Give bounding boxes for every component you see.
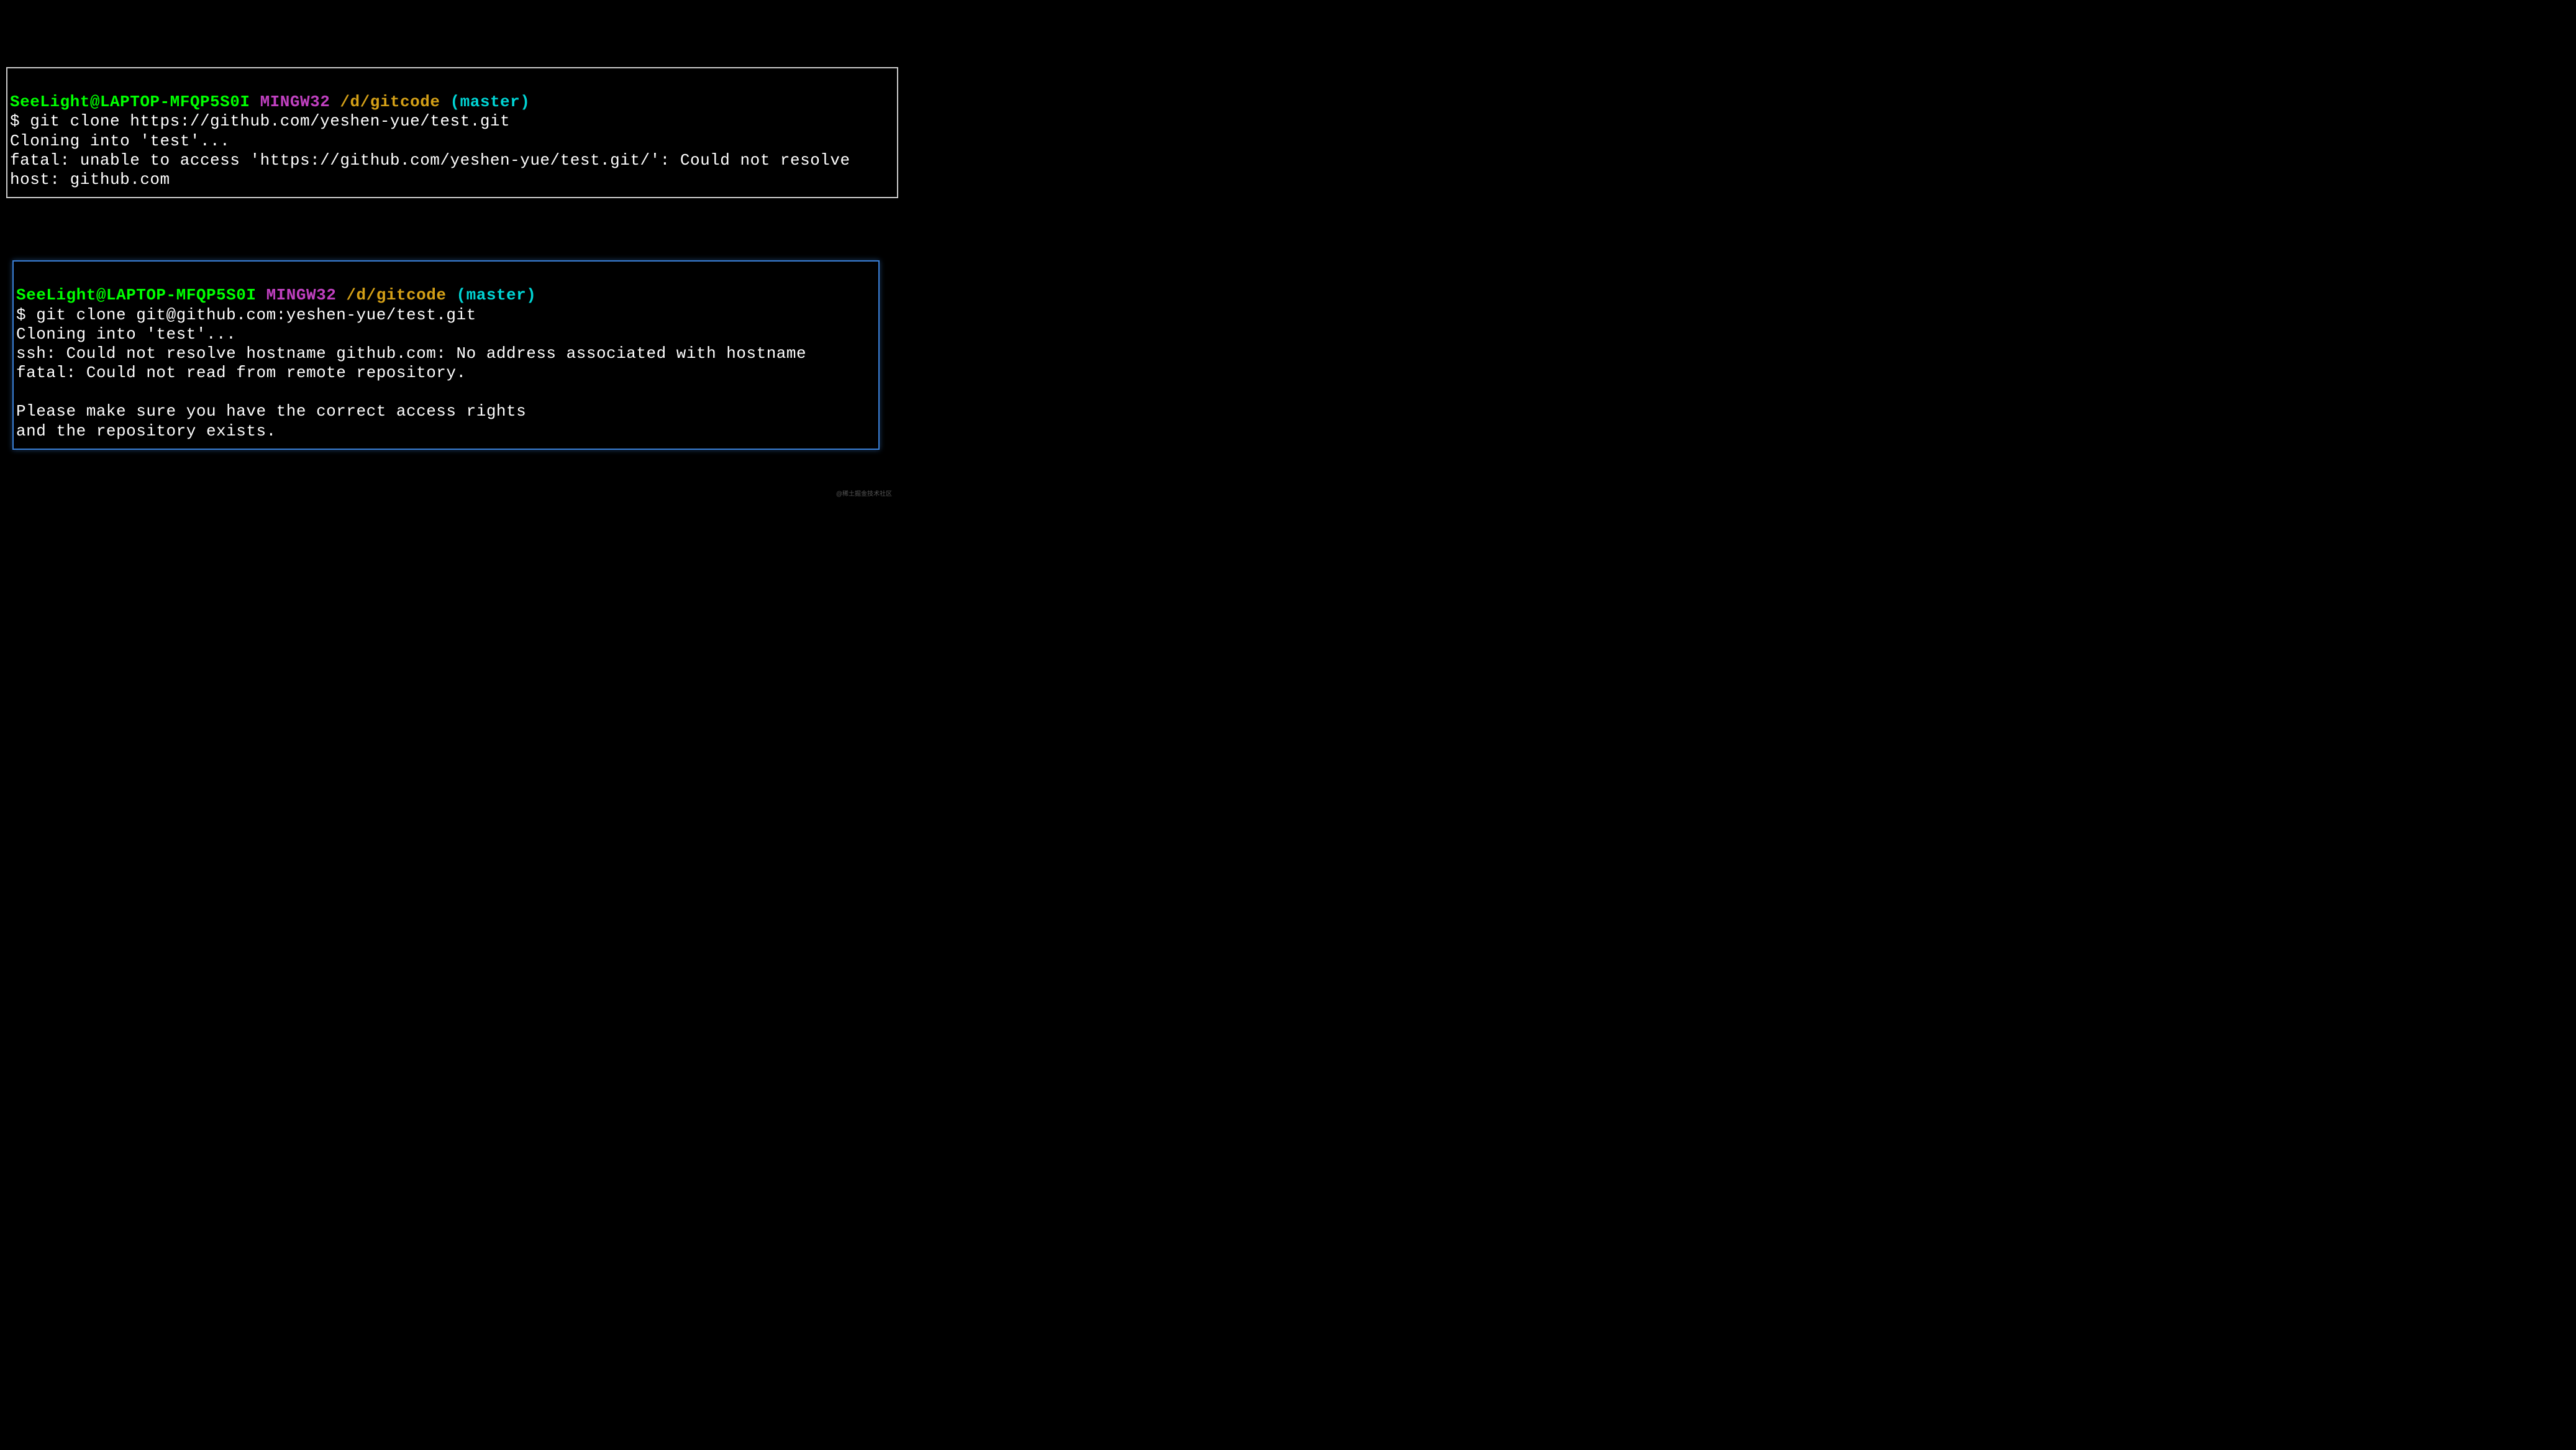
command-line: $ git clone https://github.com/yeshen-yu… (10, 112, 510, 130)
prompt-userhost: SeeLight@LAPTOP-MFQP5S0I (10, 93, 250, 111)
prompt-path: /d/gitcode (346, 286, 446, 304)
output-line: fatal: Could not read from remote reposi… (16, 363, 467, 382)
output-line: ssh: Could not resolve hostname github.c… (16, 344, 806, 363)
output-line: Cloning into 'test'... (16, 325, 236, 344)
output-line: and the repository exists. (16, 422, 276, 440)
command-line: $ git clone git@github.com:yeshen-yue/te… (16, 306, 476, 324)
output-line: Cloning into 'test'... (10, 132, 230, 150)
prompt-userhost: SeeLight@LAPTOP-MFQP5S0I (16, 286, 256, 304)
prompt-env: MINGW32 (260, 93, 330, 111)
terminal-block-https: SeeLight@LAPTOP-MFQP5S0I MINGW32 /d/gitc… (6, 67, 898, 198)
prompt-branch: (master) (450, 93, 530, 111)
prompt-branch: (master) (457, 286, 537, 304)
output-line: Please make sure you have the correct ac… (16, 402, 526, 421)
watermark-text: @稀土掘金技术社区 (836, 488, 892, 498)
prompt-env: MINGW32 (266, 286, 337, 304)
terminal-block-ssh: SeeLight@LAPTOP-MFQP5S0I MINGW32 /d/gitc… (12, 260, 880, 450)
output-line: fatal: unable to access 'https://github.… (10, 151, 860, 189)
prompt-path: /d/gitcode (340, 93, 440, 111)
